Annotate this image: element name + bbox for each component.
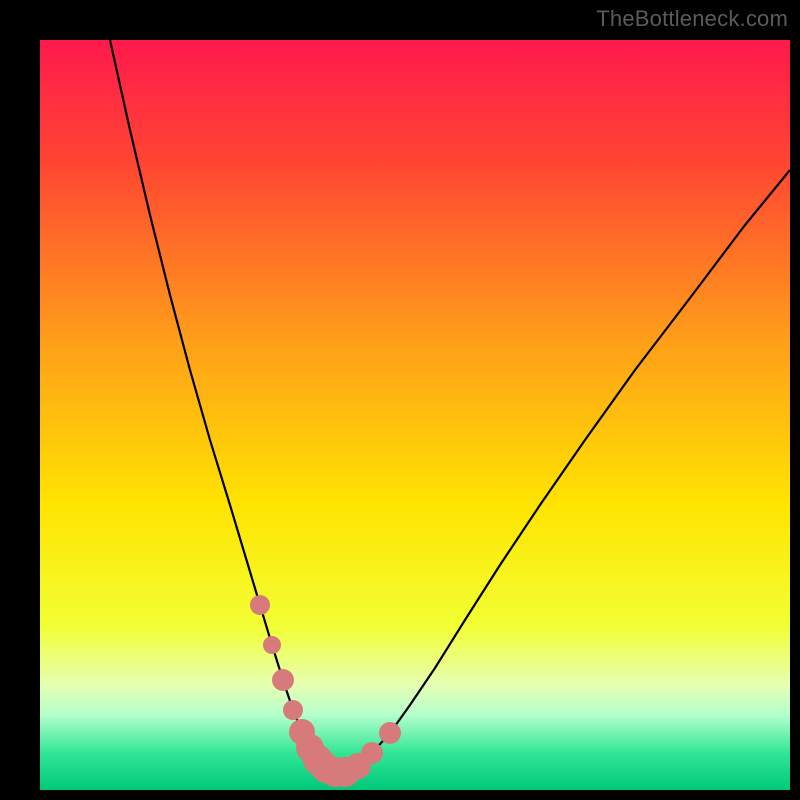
heatmap-background: [40, 40, 790, 790]
curve-marker: [361, 742, 383, 764]
bottleneck-chart: [40, 40, 790, 790]
chart-frame: TheBottleneck.com: [0, 0, 800, 800]
curve-marker: [272, 669, 294, 691]
curve-marker: [379, 722, 401, 744]
curve-marker: [283, 700, 303, 720]
watermark-label: TheBottleneck.com: [596, 6, 788, 32]
plot-area: [40, 40, 790, 790]
curve-marker: [250, 595, 270, 615]
curve-marker: [263, 636, 281, 654]
